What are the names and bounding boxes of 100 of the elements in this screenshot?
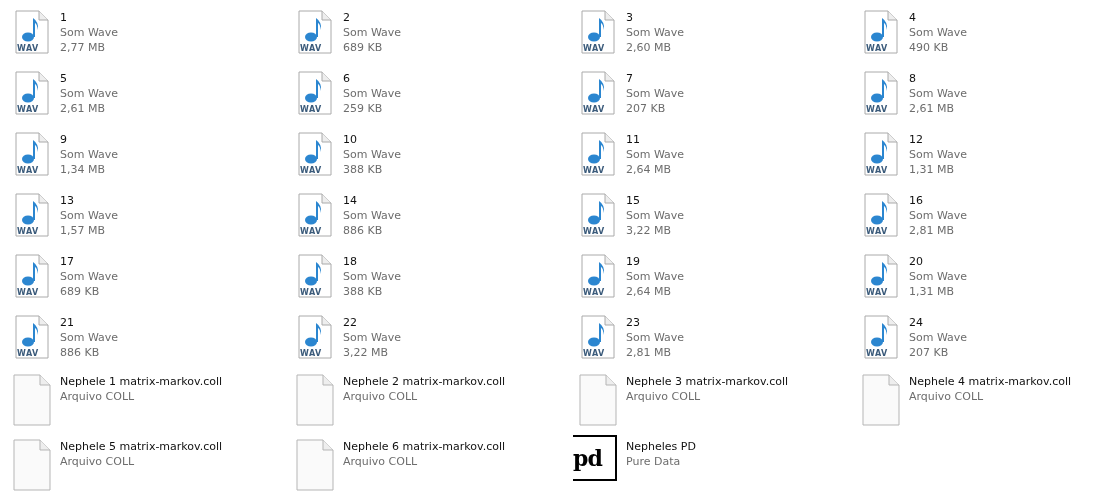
- wav-file-icon: WAV: [295, 132, 335, 176]
- wav-file-icon: WAV: [861, 315, 901, 359]
- file-name[interactable]: 23: [626, 315, 685, 330]
- file-name[interactable]: 21: [60, 315, 119, 330]
- wav-file-icon: WAV: [578, 254, 618, 298]
- file-name[interactable]: 8: [909, 71, 968, 86]
- file-size: 207 KB: [909, 345, 950, 360]
- file-name[interactable]: 19: [626, 254, 685, 269]
- file-size: 886 KB: [60, 345, 101, 360]
- file-type: Som Wave: [626, 330, 685, 345]
- file-type: Som Wave: [626, 25, 685, 40]
- wav-file-icon: WAV: [295, 315, 335, 359]
- pd-logo-icon: pd: [573, 435, 617, 481]
- file-name[interactable]: 4: [909, 10, 968, 25]
- file-size: 689 KB: [343, 40, 384, 55]
- file-type: Som Wave: [909, 147, 968, 162]
- file-name[interactable]: Nephele 2 matrix-markov.coll: [343, 374, 506, 389]
- file-name[interactable]: 13: [60, 193, 119, 208]
- file-name[interactable]: 12: [909, 132, 968, 147]
- file-type: Arquivo COLL: [60, 389, 136, 404]
- file-size: 2,61 MB: [909, 101, 956, 116]
- file-type: Som Wave: [626, 269, 685, 284]
- file-name[interactable]: 10: [343, 132, 402, 147]
- blank-file-icon: [578, 374, 618, 426]
- wav-file-icon: WAV: [861, 132, 901, 176]
- file-type: Som Wave: [343, 25, 402, 40]
- wav-file-icon: WAV: [578, 71, 618, 115]
- file-size: 1,57 MB: [60, 223, 107, 238]
- wav-file-icon: WAV: [861, 254, 901, 298]
- wav-file-icon: WAV: [12, 193, 52, 237]
- file-size: 2,77 MB: [60, 40, 107, 55]
- file-size: 689 KB: [60, 284, 101, 299]
- file-size: 490 KB: [909, 40, 950, 55]
- file-name[interactable]: Nephele 4 matrix-markov.coll: [909, 374, 1072, 389]
- file-type: Som Wave: [60, 25, 119, 40]
- file-size: 2,64 MB: [626, 284, 673, 299]
- file-name[interactable]: 1: [60, 10, 119, 25]
- file-name[interactable]: 7: [626, 71, 685, 86]
- file-type: Arquivo COLL: [626, 389, 702, 404]
- file-size: 259 KB: [343, 101, 384, 116]
- file-name[interactable]: 11: [626, 132, 685, 147]
- file-name[interactable]: 20: [909, 254, 968, 269]
- file-name[interactable]: 15: [626, 193, 685, 208]
- file-size: 1,31 MB: [909, 162, 956, 177]
- wav-file-icon: WAV: [861, 10, 901, 54]
- file-name[interactable]: 9: [60, 132, 119, 147]
- file-name[interactable]: Nepheles PD: [626, 439, 696, 454]
- file-type: Pure Data: [626, 454, 682, 469]
- file-size: 2,81 MB: [909, 223, 956, 238]
- wav-file-icon: WAV: [295, 254, 335, 298]
- file-size: 2,64 MB: [626, 162, 673, 177]
- file-name[interactable]: Nephele 5 matrix-markov.coll: [60, 439, 223, 454]
- file-type: Som Wave: [343, 330, 402, 345]
- file-name[interactable]: 24: [909, 315, 968, 330]
- file-type: Som Wave: [909, 86, 968, 101]
- file-type: Som Wave: [343, 86, 402, 101]
- file-type: Som Wave: [60, 330, 119, 345]
- file-size: 207 KB: [626, 101, 667, 116]
- file-type: Som Wave: [909, 25, 968, 40]
- blank-file-icon: [295, 374, 335, 426]
- file-name[interactable]: 16: [909, 193, 968, 208]
- file-type: Arquivo COLL: [343, 389, 419, 404]
- file-type: Som Wave: [909, 330, 968, 345]
- file-type: Som Wave: [60, 86, 119, 101]
- file-type: Som Wave: [909, 269, 968, 284]
- file-name[interactable]: 3: [626, 10, 685, 25]
- file-size: 886 KB: [343, 223, 384, 238]
- blank-file-icon: [295, 439, 335, 491]
- file-type: Som Wave: [626, 86, 685, 101]
- wav-file-icon: WAV: [12, 132, 52, 176]
- wav-file-icon: WAV: [578, 193, 618, 237]
- file-size: 2,60 MB: [626, 40, 673, 55]
- file-size: 2,81 MB: [626, 345, 673, 360]
- wav-file-icon: WAV: [578, 10, 618, 54]
- wav-file-icon: WAV: [12, 315, 52, 359]
- file-type: Som Wave: [626, 208, 685, 223]
- file-name[interactable]: 5: [60, 71, 119, 86]
- file-size: 388 KB: [343, 284, 384, 299]
- file-name[interactable]: 6: [343, 71, 402, 86]
- file-name[interactable]: Nephele 6 matrix-markov.coll: [343, 439, 506, 454]
- file-type: Som Wave: [343, 208, 402, 223]
- file-type: Som Wave: [60, 269, 119, 284]
- file-size: 388 KB: [343, 162, 384, 177]
- file-type: Som Wave: [60, 208, 119, 223]
- wav-file-icon: WAV: [295, 71, 335, 115]
- file-name[interactable]: 22: [343, 315, 402, 330]
- blank-file-icon: [861, 374, 901, 426]
- file-name[interactable]: 17: [60, 254, 119, 269]
- file-type: Som Wave: [626, 147, 685, 162]
- file-name[interactable]: 14: [343, 193, 402, 208]
- file-type: Som Wave: [909, 208, 968, 223]
- file-name[interactable]: 18: [343, 254, 402, 269]
- file-name[interactable]: 2: [343, 10, 402, 25]
- file-name[interactable]: Nephele 3 matrix-markov.coll: [626, 374, 789, 389]
- file-size: 1,31 MB: [909, 284, 956, 299]
- blank-file-icon: [12, 374, 52, 426]
- wav-file-icon: WAV: [578, 315, 618, 359]
- wav-file-icon: WAV: [295, 10, 335, 54]
- file-size: 2,61 MB: [60, 101, 107, 116]
- file-name[interactable]: Nephele 1 matrix-markov.coll: [60, 374, 223, 389]
